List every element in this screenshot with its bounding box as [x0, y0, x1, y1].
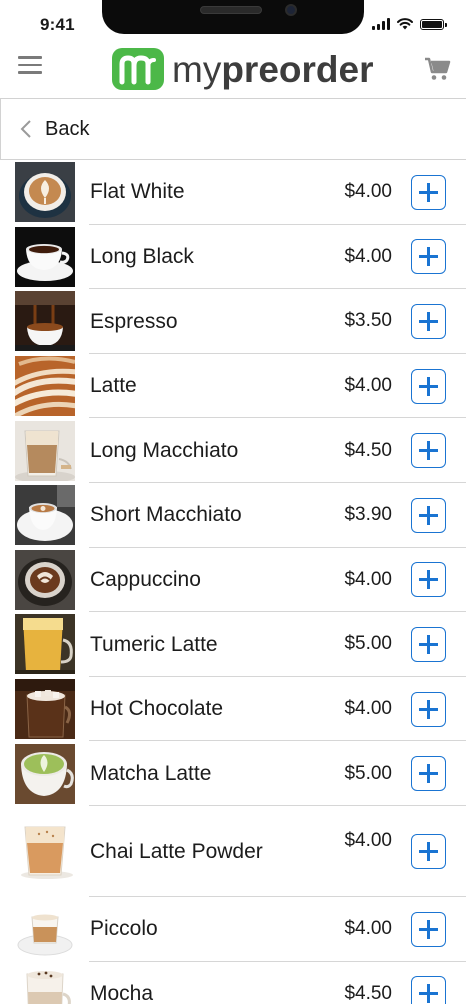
list-item[interactable]: Flat White $4.00	[0, 160, 466, 225]
product-price: $4.00	[344, 181, 392, 203]
list-item[interactable]: Long Black $4.00	[0, 225, 466, 290]
list-item[interactable]: Chai Latte Powder $4.00	[0, 806, 466, 897]
status-time: 9:41	[40, 15, 75, 34]
product-name: Piccolo	[90, 917, 158, 941]
add-to-cart-button[interactable]	[411, 174, 446, 210]
product-price: $4.00	[344, 568, 392, 590]
tumeric-latte-photo	[15, 614, 75, 675]
matcha-latte-photo	[15, 743, 75, 804]
front-camera	[285, 4, 297, 16]
cappuccino-photo	[15, 549, 75, 610]
cellular-signal-icon	[372, 18, 390, 30]
long-black-photo	[15, 226, 75, 287]
mypreorder-logo: mypreorder	[110, 46, 373, 92]
menu-icon[interactable]	[18, 56, 42, 76]
product-price: $4.00	[344, 829, 392, 851]
cart-icon[interactable]	[424, 56, 452, 82]
add-to-cart-button[interactable]	[411, 433, 446, 469]
espresso-photo	[15, 291, 75, 352]
product-price: $3.90	[344, 504, 392, 526]
list-item[interactable]: Tumeric Latte $5.00	[0, 612, 466, 677]
product-name: Cappuccino	[90, 568, 201, 592]
status-icons	[372, 17, 447, 30]
hot-chocolate-photo	[15, 679, 75, 740]
app-header: mypreorder	[0, 46, 466, 98]
add-to-cart-button[interactable]	[411, 756, 446, 792]
short-macchiato-photo	[15, 485, 75, 546]
product-name: Short Macchiato	[90, 503, 242, 527]
product-price: $5.00	[344, 633, 392, 655]
latte-photo	[15, 356, 75, 417]
add-to-cart-button[interactable]	[411, 911, 446, 947]
add-to-cart-button[interactable]	[411, 833, 446, 869]
add-to-cart-button[interactable]	[411, 976, 446, 1004]
product-name: Long Black	[90, 245, 194, 269]
product-name: Long Macchiato	[90, 438, 239, 462]
back-button[interactable]: Back	[0, 98, 466, 160]
speaker-grille	[200, 6, 262, 14]
product-name: Hot Chocolate	[90, 697, 224, 721]
product-price: $4.00	[344, 698, 392, 720]
add-to-cart-button[interactable]	[411, 497, 446, 533]
add-to-cart-button[interactable]	[411, 239, 446, 275]
add-to-cart-button[interactable]	[411, 303, 446, 339]
list-item[interactable]: Matcha Latte $5.00	[0, 741, 466, 806]
piccolo-photo	[15, 899, 75, 960]
product-price: $4.00	[344, 375, 392, 397]
product-price: $3.50	[344, 310, 392, 332]
list-item[interactable]: Hot Chocolate $4.00	[0, 677, 466, 742]
logo-mark-icon	[112, 48, 164, 90]
list-item[interactable]: Long Macchiato $4.50	[0, 418, 466, 483]
add-to-cart-button[interactable]	[411, 562, 446, 598]
chai-latte-powder-photo	[15, 821, 75, 882]
long-macchiato-photo	[15, 420, 75, 481]
status-bar: 9:41	[0, 0, 466, 46]
product-price: $4.00	[344, 245, 392, 267]
product-name: Mocha	[90, 982, 154, 1004]
product-price: $4.50	[344, 439, 392, 461]
list-item[interactable]: Cappuccino $4.00	[0, 548, 466, 613]
product-price: $5.00	[344, 762, 392, 784]
product-name: Chai Latte Powder	[90, 839, 263, 863]
add-to-cart-button[interactable]	[411, 626, 446, 662]
list-item[interactable]: Piccolo $4.00	[0, 897, 466, 962]
add-to-cart-button[interactable]	[411, 368, 446, 404]
battery-icon	[420, 19, 447, 30]
list-item[interactable]: Mocha $4.50	[0, 962, 466, 1004]
product-name: Tumeric Latte	[90, 632, 218, 656]
back-label: Back	[45, 117, 90, 140]
product-price: $4.00	[344, 918, 392, 940]
product-price: $4.50	[344, 982, 392, 1004]
mocha-photo	[15, 963, 75, 1004]
list-item[interactable]: Espresso $3.50	[0, 289, 466, 354]
list-item[interactable]: Latte $4.00	[0, 354, 466, 419]
product-name: Latte	[90, 374, 137, 398]
product-name: Matcha Latte	[90, 761, 212, 785]
product-name: Flat White	[90, 180, 185, 204]
list-item[interactable]: Short Macchiato $3.90	[0, 483, 466, 548]
logo-wordmark: mypreorder	[172, 48, 374, 90]
chevron-left-icon	[20, 120, 31, 138]
wifi-icon	[397, 18, 413, 30]
flat-white-photo	[15, 162, 75, 223]
add-to-cart-button[interactable]	[411, 691, 446, 727]
device-notch	[102, 0, 364, 34]
product-list: Flat White $4.00 Long Black $4.00 Espres…	[0, 160, 466, 1004]
product-name: Espresso	[90, 309, 178, 333]
